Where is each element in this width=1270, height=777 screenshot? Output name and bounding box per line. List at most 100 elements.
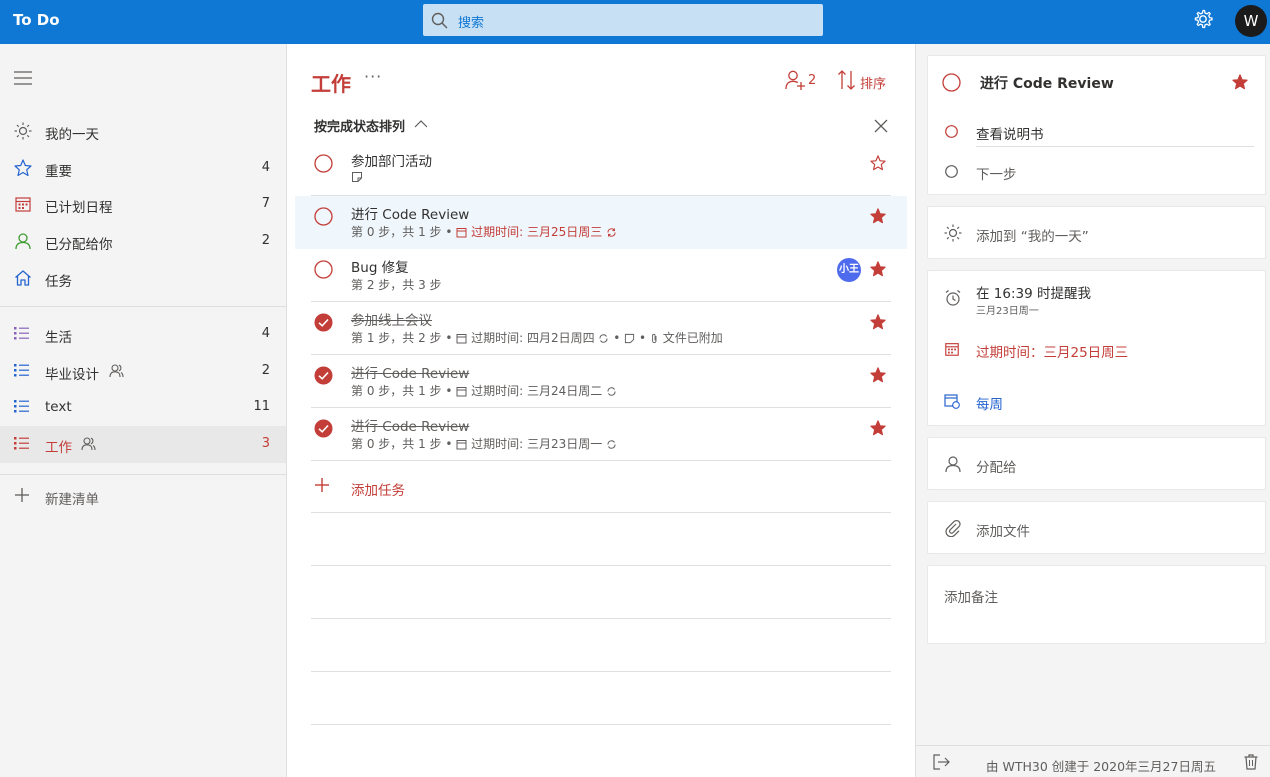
more-options-button[interactable]: ··· <box>364 67 382 86</box>
calendar-icon <box>14 195 32 213</box>
next-step-input[interactable]: 下一步 <box>976 163 1017 183</box>
add-file-button[interactable]: 添加文件 <box>927 501 1266 554</box>
search-input[interactable]: 搜索 <box>458 12 484 31</box>
task-row-completed[interactable]: 进行 Code Review 第 0 步，共 1 步 • 过期时间: 三月24日… <box>311 355 891 408</box>
checkbox-circle-icon[interactable] <box>314 207 333 226</box>
task-row-selected[interactable]: 进行 Code Review 第 0 步，共 1 步 • 过期时间: 三月25日… <box>295 196 907 249</box>
task-row-completed[interactable]: 进行 Code Review 第 0 步，共 1 步 • 过期时间: 三月23日… <box>311 408 891 461</box>
repeat-button[interactable]: 每周 <box>976 393 1003 413</box>
task-title: 参加部门活动 <box>351 154 432 170</box>
search-box[interactable]: 搜索 <box>423 4 823 36</box>
created-info: 由 WTH30 创建于 2020年三月27日周五 <box>986 759 1216 774</box>
task-meta: 第 0 步，共 1 步 • 过期时间: 三月24日周二 <box>351 382 617 399</box>
avatar[interactable]: W <box>1235 5 1267 37</box>
add-task-button[interactable]: 添加任务 <box>311 460 891 513</box>
sidebar-item-assigned[interactable]: 已分配给你 2 <box>0 223 286 260</box>
sidebar-item-label: text <box>45 399 72 415</box>
app-title[interactable]: To Do <box>13 11 60 29</box>
assignee-avatar[interactable]: 小王 <box>837 258 861 282</box>
sidebar-item-count: 4 <box>261 160 270 175</box>
chevron-up-icon[interactable] <box>414 120 428 128</box>
hide-pane-icon[interactable] <box>933 754 951 770</box>
task-due-text: 过期时间: 四月2日周四 <box>471 331 595 345</box>
step-item[interactable]: 查看说明书 <box>976 123 1044 143</box>
sidebar-item-tasks[interactable]: 任务 <box>0 260 286 297</box>
sidebar-item-planned[interactable]: 已计划日程 7 <box>0 186 286 223</box>
sidebar-item-life[interactable]: 生活 4 <box>0 316 286 353</box>
due-date-button[interactable]: 过期时间：三月25日周三 <box>976 341 1128 361</box>
group-header[interactable]: 按完成状态排列 <box>314 116 405 135</box>
task-due-text: 过期时间: 三月24日周二 <box>471 384 603 398</box>
new-list-button[interactable]: 新建清单 <box>0 478 286 515</box>
star-filled-icon[interactable] <box>870 367 886 383</box>
repeat-icon <box>607 440 616 449</box>
sidebar-item-label: 已分配给你 <box>45 237 113 253</box>
separator-dot: • <box>638 331 650 345</box>
task-files: 文件已附加 <box>662 331 723 345</box>
task-meta: 第 0 步，共 1 步 • 过期时间: 三月25日周三 <box>351 223 617 240</box>
task-steps: 第 2 步，共 3 步 <box>351 278 442 292</box>
task-row-completed[interactable]: 参加线上会议 第 1 步，共 2 步 • 过期时间: 四月2日周四 • • 文件… <box>311 302 891 355</box>
task-meta: 第 1 步，共 2 步 • 过期时间: 四月2日周四 • • 文件已附加 <box>351 329 723 346</box>
star-outline-icon[interactable] <box>870 155 886 171</box>
task-title: 进行 Code Review <box>351 419 470 435</box>
divider <box>0 306 286 307</box>
task-title: 参加线上会议 <box>351 313 432 329</box>
sidebar-item-work[interactable]: 工作 3 <box>0 426 286 463</box>
divider <box>311 671 891 672</box>
share-list-icon[interactable] <box>784 69 806 91</box>
task-list-pane: 工作 ··· 2 排序 按完成状态排列 参加部门活动 进行 Code Revie… <box>287 44 915 777</box>
task-row[interactable]: 参加部门活动 <box>311 143 891 196</box>
search-icon <box>431 12 449 30</box>
person-icon <box>14 232 32 250</box>
step-circle-icon <box>945 165 958 178</box>
step-circle-icon[interactable] <box>945 125 958 138</box>
task-row[interactable]: Bug 修复 第 2 步，共 3 步 小王 <box>311 249 891 302</box>
sidebar-item-count: 7 <box>261 196 270 211</box>
sidebar-item-count: 11 <box>253 399 270 414</box>
sidebar-item-label: 任务 <box>45 274 72 290</box>
gear-icon[interactable] <box>1192 8 1214 30</box>
divider <box>311 724 891 725</box>
task-title: 进行 Code Review <box>351 366 470 382</box>
close-icon[interactable] <box>874 119 888 133</box>
star-filled-icon[interactable] <box>870 314 886 330</box>
checkbox-circle-icon[interactable] <box>314 260 333 279</box>
sidebar-item-my-day[interactable]: 我的一天 <box>0 113 286 150</box>
sort-icon[interactable] <box>837 69 857 91</box>
checkmark-circle-icon[interactable] <box>314 366 333 385</box>
note-textarea[interactable]: 添加备注 <box>927 565 1266 644</box>
plus-icon <box>314 477 330 493</box>
alarm-icon <box>944 289 962 307</box>
trash-icon[interactable] <box>1244 754 1258 770</box>
page-title[interactable]: 工作 <box>311 68 351 97</box>
repeat-calendar-icon <box>944 393 960 409</box>
calendar-icon <box>944 341 960 357</box>
divider <box>976 146 1254 147</box>
repeat-icon <box>607 387 616 396</box>
list-icon <box>14 398 30 414</box>
add-to-my-day-button[interactable]: 添加到 “我的一天” <box>927 206 1266 259</box>
star-filled-icon[interactable] <box>870 208 886 224</box>
star-filled-icon[interactable] <box>870 420 886 436</box>
task-due-text: 过期时间: 三月25日周三 <box>471 225 603 239</box>
sidebar-item-graduation[interactable]: 毕业设计 2 <box>0 353 286 390</box>
sort-button[interactable]: 排序 <box>860 73 886 92</box>
sidebar-item-important[interactable]: 重要 4 <box>0 150 286 187</box>
checkmark-circle-icon[interactable] <box>314 313 333 332</box>
detail-title[interactable]: 进行 Code Review <box>980 73 1114 93</box>
separator-dot: • <box>445 225 457 239</box>
assign-button[interactable]: 分配给 <box>927 437 1266 490</box>
add-task-label: 添加任务 <box>351 483 405 499</box>
reminder-button[interactable]: 在 16:39 时提醒我 <box>976 282 1091 302</box>
star-filled-icon[interactable] <box>870 261 886 277</box>
checkbox-circle-icon[interactable] <box>942 73 961 92</box>
divider <box>311 618 891 619</box>
checkmark-circle-icon[interactable] <box>314 419 333 438</box>
hamburger-icon[interactable] <box>14 70 32 86</box>
sidebar-item-label: 工作 <box>45 440 72 456</box>
plus-icon <box>14 487 30 503</box>
star-filled-icon[interactable] <box>1232 74 1248 90</box>
sidebar-item-text[interactable]: text 11 <box>0 389 286 426</box>
checkbox-circle-icon[interactable] <box>314 154 333 173</box>
